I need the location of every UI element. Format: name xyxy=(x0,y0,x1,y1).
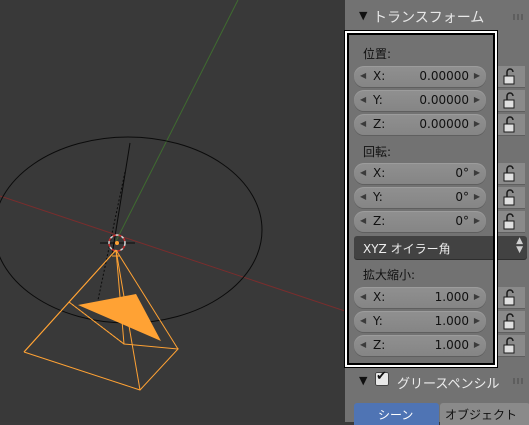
lock-rotation-z-button[interactable] xyxy=(495,211,525,232)
lock-scale-y-button[interactable] xyxy=(495,311,525,332)
transform-title: トランスフォーム xyxy=(373,10,485,26)
tab-label: シーン xyxy=(378,408,414,422)
viewport-scene xyxy=(0,0,345,391)
transform-panel-header[interactable]: ▼ トランスフォーム xyxy=(345,0,529,32)
padlock-open-icon xyxy=(503,289,515,306)
lock-scale-x-button[interactable] xyxy=(495,287,525,308)
padlock-open-icon xyxy=(503,189,515,206)
tab-label: オブジェクト xyxy=(445,408,518,422)
x-axis-line xyxy=(0,195,345,312)
lock-rotation-x-button[interactable] xyxy=(495,163,525,184)
panel-grip-icon[interactable] xyxy=(513,14,525,20)
padlock-open-icon xyxy=(503,313,515,330)
lock-scale-z-button[interactable] xyxy=(495,335,525,356)
triangle-down-icon: ▼ xyxy=(359,9,368,22)
padlock-open-icon xyxy=(503,92,515,109)
properties-panel: ▼ トランスフォーム 位置: ◀ X: 0.00000 ▶ ◀ Y: 0.000… xyxy=(345,0,529,425)
y-axis-line xyxy=(115,0,239,242)
3d-viewport[interactable] xyxy=(0,0,345,422)
lock-location-x-button[interactable] xyxy=(495,66,525,87)
highlight-frame xyxy=(345,31,497,367)
object-origin xyxy=(115,241,119,245)
padlock-open-icon xyxy=(503,68,515,85)
padlock-open-icon xyxy=(503,165,515,182)
padlock-open-icon xyxy=(503,213,515,230)
panel-grip-icon[interactable] xyxy=(513,378,525,384)
lock-location-y-button[interactable] xyxy=(495,90,525,111)
lock-rotation-y-button[interactable] xyxy=(495,187,525,208)
lock-location-z-button[interactable] xyxy=(495,114,525,135)
camera-object[interactable] xyxy=(23,249,180,391)
triangle-down-icon: ▼ xyxy=(359,374,368,387)
up-down-chevron-icon: ▲ ▼ xyxy=(516,236,523,255)
padlock-open-icon xyxy=(503,337,515,354)
padlock-open-icon xyxy=(503,116,515,133)
checkmark-icon: ✔ xyxy=(376,369,387,384)
grease-pencil-panel-header[interactable]: ▼ ✔ グリースペンシル xyxy=(345,368,529,394)
grease-pencil-checkbox[interactable]: ✔ xyxy=(375,369,389,386)
grease-pencil-title: グリースペンシル xyxy=(397,377,500,392)
